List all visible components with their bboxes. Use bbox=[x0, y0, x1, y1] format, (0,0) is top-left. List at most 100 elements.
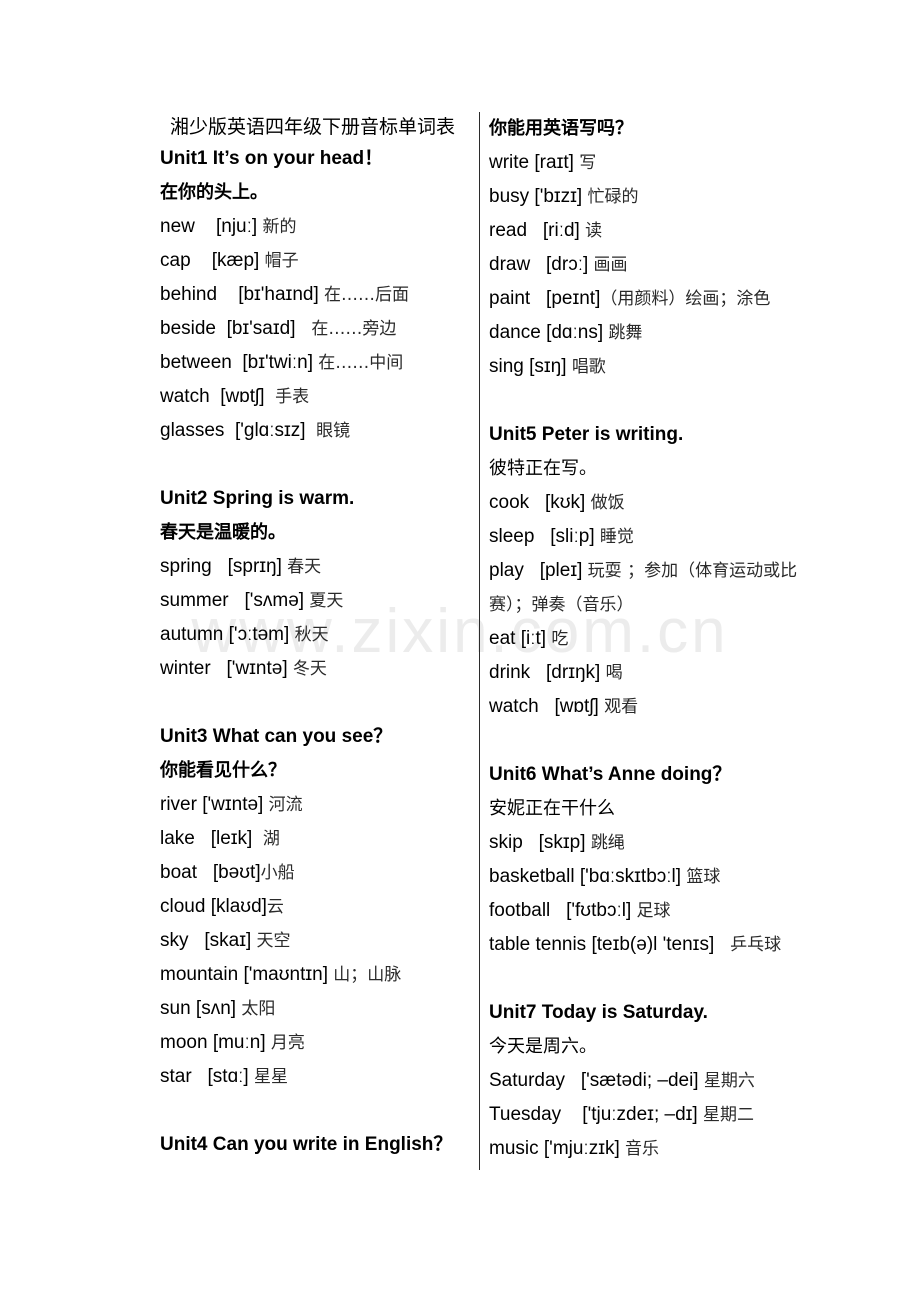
word-entry: football ['fʊtbɔːl] 足球 bbox=[489, 894, 819, 928]
word-term: sing bbox=[489, 356, 524, 377]
word-term: write bbox=[489, 152, 530, 173]
word-ipa: [skɪp] bbox=[538, 832, 586, 853]
word-ipa: [kæp] bbox=[211, 250, 260, 271]
word-term: boat bbox=[160, 862, 197, 883]
word-ipa: [bəʊt] bbox=[212, 862, 261, 883]
word-term: behind bbox=[160, 284, 218, 305]
word-entry: basketball ['bɑːskɪtbɔːl] 篮球 bbox=[489, 860, 819, 894]
unit-heading-4: Unit4 Can you write in English？ bbox=[160, 1134, 453, 1155]
word-meaning: 唱歌 bbox=[571, 357, 606, 377]
word-entry: sing [sɪŋ] 唱歌 bbox=[489, 350, 819, 384]
word-term: between bbox=[160, 352, 232, 373]
unit-heading-2: Unit2 Spring is warm. bbox=[160, 488, 355, 509]
word-meaning: 河流 bbox=[268, 795, 303, 815]
word-ipa: [njuː] bbox=[215, 216, 258, 237]
word-meaning: 新的 bbox=[262, 217, 297, 237]
word-entry: cap [kæp] 帽子 bbox=[160, 244, 468, 278]
word-term: sleep bbox=[489, 526, 535, 547]
word-entry: beside [bɪ'saɪd] 在……旁边 bbox=[160, 312, 468, 346]
word-meaning: 星期六 bbox=[703, 1071, 755, 1091]
unit-heading-1: Unit1 It’s on your head！ bbox=[160, 148, 384, 169]
word-ipa: [sʌn] bbox=[195, 998, 237, 1019]
word-meaning: 秋天 bbox=[294, 625, 329, 645]
word-term: dance bbox=[489, 322, 541, 343]
document-page: 湘少版英语四年级下册音标单词表 Unit1 It’s on your head！… bbox=[0, 0, 920, 1302]
word-entry: boat [bəʊt]小船 bbox=[160, 856, 468, 890]
word-term: beside bbox=[160, 318, 216, 339]
word-meaning: 云 bbox=[266, 897, 284, 917]
word-term: play bbox=[489, 560, 524, 581]
word-ipa: [klaʊd] bbox=[210, 896, 267, 917]
word-ipa: [sliːp] bbox=[550, 526, 595, 547]
unit-heading-3: Unit3 What can you see？ bbox=[160, 726, 393, 747]
word-entry: autumn ['ɔːtəm] 秋天 bbox=[160, 618, 468, 652]
column-divider bbox=[479, 112, 480, 1170]
word-ipa: [sɪŋ] bbox=[529, 356, 567, 377]
word-meaning: 吃 bbox=[551, 629, 569, 649]
word-meaning: （用颜料）绘画；涂色 bbox=[600, 289, 771, 309]
word-entry: write [raɪt] 写 bbox=[489, 146, 819, 180]
word-ipa: ['tjuːzdeɪ; –dɪ] bbox=[582, 1104, 698, 1125]
word-term: paint bbox=[489, 288, 531, 309]
word-term: music bbox=[489, 1138, 539, 1159]
word-ipa: [dɑːns] bbox=[546, 322, 604, 343]
word-term: drink bbox=[489, 662, 531, 683]
word-meaning: 在……中间 bbox=[318, 353, 404, 373]
word-ipa: [sprɪŋ] bbox=[227, 556, 282, 577]
word-meaning: 星星 bbox=[254, 1067, 288, 1087]
word-entry: drink [drɪŋk] 喝 bbox=[489, 656, 819, 690]
word-ipa: ['glɑːsɪz] bbox=[234, 420, 306, 441]
word-entry: moon [muːn] 月亮 bbox=[160, 1026, 468, 1060]
word-entry: music ['mjuːzɪk] 音乐 bbox=[489, 1132, 819, 1166]
word-ipa: ['fʊtbɔːl] bbox=[566, 900, 632, 921]
word-entry: skip [skɪp] 跳绳 bbox=[489, 826, 819, 860]
word-meaning: 月亮 bbox=[270, 1033, 305, 1053]
word-term: football bbox=[489, 900, 551, 921]
word-term: watch bbox=[160, 386, 210, 407]
word-ipa: [skaɪ] bbox=[204, 930, 252, 951]
word-entry: behind [bɪ'haɪnd] 在……后面 bbox=[160, 278, 468, 312]
unit-heading-7: Unit7 Today is Saturday. bbox=[489, 1002, 708, 1023]
word-entry: cook [kʊk] 做饭 bbox=[489, 486, 819, 520]
word-entry: river ['wɪntə] 河流 bbox=[160, 788, 468, 822]
word-meaning: 山；山脉 bbox=[333, 965, 402, 985]
word-term: Tuesday bbox=[489, 1104, 562, 1125]
word-meaning: 在……旁边 bbox=[311, 319, 397, 339]
word-term: lake bbox=[160, 828, 195, 849]
word-ipa: [raɪt] bbox=[534, 152, 574, 173]
word-term: summer bbox=[160, 590, 229, 611]
word-entry: watch [wɒtʃ] 观看 bbox=[489, 690, 819, 724]
word-meaning: 忙碌的 bbox=[587, 187, 639, 207]
word-term: basketball bbox=[489, 866, 575, 887]
word-term: watch bbox=[489, 696, 539, 717]
word-entry: sun [sʌn] 太阳 bbox=[160, 992, 468, 1026]
word-term: autumn bbox=[160, 624, 224, 645]
word-meaning: 乒乓球 bbox=[730, 935, 782, 955]
word-ipa: ['wɪntə] bbox=[226, 658, 288, 679]
word-term: star bbox=[160, 1066, 192, 1087]
word-meaning: 篮球 bbox=[686, 867, 721, 887]
word-meaning: 睡觉 bbox=[599, 527, 634, 547]
word-entry: between [bɪ'twiːn] 在……中间 bbox=[160, 346, 468, 380]
word-ipa: [wɒtʃ] bbox=[554, 696, 599, 717]
word-term: river bbox=[160, 794, 197, 815]
word-meaning: 天空 bbox=[256, 931, 291, 951]
word-ipa: [muːn] bbox=[212, 1032, 266, 1053]
word-ipa: [pleɪ] bbox=[539, 560, 583, 581]
word-meaning: 做饭 bbox=[590, 493, 625, 513]
word-term: sky bbox=[160, 930, 189, 951]
word-entry: eat [iːt] 吃 bbox=[489, 622, 819, 656]
word-entry: winter ['wɪntə] 冬天 bbox=[160, 652, 468, 686]
word-term: glasses bbox=[160, 420, 225, 441]
word-ipa: [leɪk] bbox=[210, 828, 253, 849]
word-entry: sky [skaɪ] 天空 bbox=[160, 924, 468, 958]
word-ipa: [wɒtʃ] bbox=[220, 386, 265, 407]
word-ipa: [drɔː] bbox=[546, 254, 589, 275]
word-term: cloud bbox=[160, 896, 206, 917]
word-entry: watch [wɒtʃ] 手表 bbox=[160, 380, 468, 414]
word-meaning: 写 bbox=[579, 153, 597, 173]
